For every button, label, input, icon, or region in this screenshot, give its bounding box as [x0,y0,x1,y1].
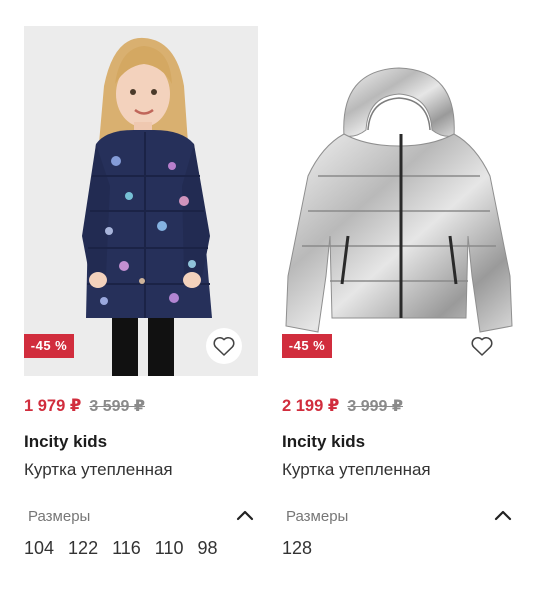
size-option[interactable]: 116 [112,538,141,562]
old-price: 3 999 ₽ [347,398,403,415]
product-name[interactable]: Куртка утепленная [282,460,516,482]
size-option[interactable]: 110 [155,538,184,562]
discount-badge: -45 % [24,334,74,358]
sizes-toggle[interactable]: Размеры [24,506,258,528]
product-photo-silver-puffer-jacket [282,26,516,376]
chevron-up-icon[interactable] [494,508,512,522]
size-option[interactable]: 122 [68,538,98,562]
brand-name[interactable]: Incity kids [282,432,516,454]
old-price: 3 599 ₽ [89,398,145,415]
favorite-button[interactable] [464,328,500,364]
discount-badge: -45 % [282,334,332,358]
size-list: 104 122 116 110 98 [24,538,258,562]
heart-outline-icon [471,337,493,356]
favorite-button[interactable] [206,328,242,364]
product-photo-girl-navy-jacket [24,26,258,376]
product-card[interactable]: -45 % 2 199 ₽ 3 999 ₽ Incity kids Куртка… [282,26,516,562]
product-card[interactable]: -45 % 1 979 ₽ 3 599 ₽ Incity kids Куртка… [24,26,258,562]
product-name[interactable]: Куртка утепленная [24,460,258,482]
price-row: 1 979 ₽ 3 599 ₽ [24,396,258,418]
current-price: 1 979 ₽ [24,397,82,415]
size-list: 128 [282,538,516,562]
heart-outline-icon [213,337,235,356]
brand-name[interactable]: Incity kids [24,432,258,454]
price-row: 2 199 ₽ 3 999 ₽ [282,396,516,418]
sizes-toggle[interactable]: Размеры [282,506,516,528]
size-option[interactable]: 98 [198,538,218,562]
product-grid: -45 % 1 979 ₽ 3 599 ₽ Incity kids Куртка… [0,0,540,591]
size-option[interactable]: 128 [282,538,312,562]
size-option[interactable]: 104 [24,538,54,562]
product-image[interactable]: -45 % [282,26,516,376]
current-price: 2 199 ₽ [282,397,340,415]
product-image[interactable]: -45 % [24,26,258,376]
sizes-label: Размеры [28,508,91,525]
sizes-label: Размеры [286,508,349,525]
chevron-up-icon[interactable] [236,508,254,522]
